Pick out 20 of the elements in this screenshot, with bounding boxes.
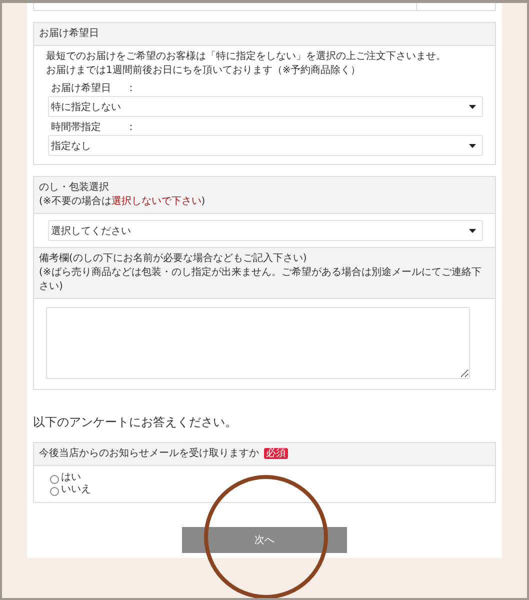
section-note: (※ばら売り商品などは包装・のし指定が出来ません。ご希望がある場合は別途メールにてご連絡下さい): [39, 266, 482, 294]
dropdown[interactable]: 特に指定しない: [48, 96, 483, 117]
dropdown[interactable]: 指定なし: [48, 135, 483, 156]
option-label[interactable]: いいえ: [61, 484, 91, 496]
section-note: (※不要の場合は選択しないで下さい): [39, 195, 206, 209]
required-badge: 必須: [264, 448, 288, 459]
label-colon: ：: [126, 82, 136, 95]
section-title: お届け希望日: [39, 28, 99, 39]
delivery-note: お届けまでは1週間前後お日にちを頂いております（※予約商品除く）: [46, 64, 362, 78]
option-label[interactable]: はい: [61, 472, 81, 484]
section-title: 備考欄(のしの下にお名前が必要な場合などもご記入下さい): [39, 252, 308, 266]
label-colon: ：: [126, 121, 136, 134]
field-label: お届け希望日: [51, 82, 112, 95]
survey-heading: 以下のアンケートにお答えください。: [33, 414, 238, 431]
question-text: 今後当店からのお知らせメールを受け取りますか: [39, 448, 259, 459]
next-button[interactable]: 次へ: [182, 527, 347, 553]
section-title: のし・包装選択: [39, 181, 110, 195]
dropdown[interactable]: 選択してください: [48, 220, 483, 241]
delivery-note: 最短でのお届けをご希望のお客様は「特に指定をしない」を選択の上ご注文下さいませ。: [46, 50, 447, 64]
field-label: 時間帯指定: [51, 120, 102, 134]
